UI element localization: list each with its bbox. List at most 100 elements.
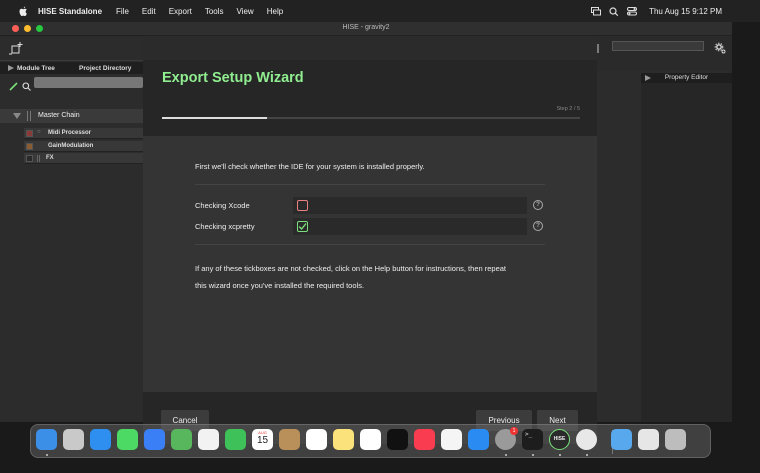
menu-export[interactable]: Export	[169, 7, 192, 16]
add-module-icon[interactable]	[9, 42, 23, 61]
menu-help[interactable]: Help	[267, 7, 283, 16]
gear-icon[interactable]	[714, 41, 726, 59]
launchpad-icon[interactable]	[63, 429, 84, 450]
module-row-gain-modulation[interactable]: GainModulation	[24, 141, 143, 152]
wizard-intro-text: First we'll check whether the IDE for yo…	[195, 162, 425, 171]
maps-icon[interactable]	[171, 429, 192, 450]
check-row-xcpretty: Checking xcpretty ?	[195, 218, 545, 235]
checkmark-icon	[298, 223, 307, 231]
dock: AUG 15 1 >_ HISE	[30, 424, 711, 458]
window-titlebar: HISE - gravity2	[0, 22, 732, 36]
status-area: Thu Aug 15 9:12 PM	[591, 0, 722, 22]
safari-icon[interactable]	[90, 429, 111, 450]
tab-project-directory[interactable]: Project Directory	[79, 65, 131, 72]
drag-handle-icon	[37, 155, 40, 162]
app-store-icon[interactable]	[468, 429, 489, 450]
menu-app-name[interactable]: HISE Standalone	[38, 7, 102, 16]
terminal-icon[interactable]: >_	[522, 429, 543, 450]
wizard-progress-fill	[162, 117, 267, 119]
window-title: HISE - gravity2	[342, 24, 390, 31]
help-button[interactable]: ?	[533, 221, 543, 231]
xcode-checkbox[interactable]	[297, 200, 308, 211]
check-label: Checking Xcode	[195, 201, 250, 210]
download-arrow-icon[interactable]	[597, 41, 602, 59]
export-setup-wizard: Export Setup Wizard Step 2 / 5 First we'…	[143, 60, 597, 444]
module-color-swatch	[26, 130, 33, 137]
menubar-clock[interactable]: Thu Aug 15 9:12 PM	[649, 7, 722, 16]
news-icon[interactable]	[441, 429, 462, 450]
facetime-icon[interactable]	[225, 429, 246, 450]
instructions-line-2: this wizard once you've installed the re…	[195, 281, 365, 290]
check-label: Checking xcpretty	[195, 222, 255, 231]
help-button[interactable]: ?	[533, 200, 543, 210]
module-color-swatch	[26, 155, 33, 162]
right-panel: Property Editor	[597, 37, 732, 422]
property-editor-body	[641, 83, 732, 422]
music-icon[interactable]	[414, 429, 435, 450]
downloads-folder-icon[interactable]	[611, 429, 632, 450]
master-chain-row[interactable]: Master Chain	[0, 109, 143, 123]
search-icon[interactable]	[609, 6, 619, 16]
module-search-bar	[0, 76, 143, 91]
hise-window: HISE - gravity2 Module Tree Project Dire…	[0, 22, 732, 444]
desktop-screen: HISE Standalone File Edit Export Tools V…	[0, 0, 760, 473]
hise-dock-label: HISE	[553, 436, 566, 442]
reminders-icon[interactable]	[306, 429, 327, 450]
wizard-step-label: Step 2 / 5	[556, 106, 580, 112]
tab-module-tree[interactable]: Module Tree	[17, 65, 55, 72]
tv-icon[interactable]	[387, 429, 408, 450]
mail-icon[interactable]	[144, 429, 165, 450]
search-icon[interactable]	[22, 78, 31, 96]
xcpretty-checkbox[interactable]	[297, 221, 308, 232]
terminal-prompt-glyph: >_	[525, 431, 533, 438]
photos-icon[interactable]	[198, 429, 219, 450]
contacts-icon[interactable]	[279, 429, 300, 450]
master-chain-label: Master Chain	[38, 112, 80, 119]
messages-icon[interactable]	[117, 429, 138, 450]
menu-edit[interactable]: Edit	[142, 7, 156, 16]
check-field	[293, 218, 527, 235]
running-indicator	[559, 454, 561, 456]
notes-icon[interactable]	[333, 429, 354, 450]
running-indicator	[46, 454, 48, 456]
arrow-icon: ○	[37, 129, 41, 135]
wizard-body: First we'll check whether the IDE for yo…	[143, 136, 597, 392]
module-search-input[interactable]	[34, 77, 143, 88]
module-tree-panel: Module Tree Project Directory Master Cha…	[0, 37, 143, 422]
module-label: GainModulation	[48, 143, 94, 149]
toolbar-field[interactable]	[612, 41, 704, 51]
check-row-xcode: Checking Xcode ?	[195, 197, 545, 214]
wizard-progress-bar	[162, 117, 580, 119]
module-color-swatch	[26, 143, 33, 150]
divider	[195, 244, 545, 245]
module-row-fx[interactable]: FX	[24, 153, 143, 164]
divider	[195, 184, 545, 185]
screen-mirror-icon[interactable]	[591, 6, 602, 16]
preview-icon[interactable]	[638, 429, 659, 450]
wizard-title: Export Setup Wizard	[162, 70, 304, 86]
system-settings-icon[interactable]: 1	[495, 427, 518, 450]
chevron-down-icon[interactable]	[13, 112, 21, 122]
chrome-icon[interactable]	[576, 429, 597, 450]
running-indicator	[532, 454, 534, 456]
freeform-icon[interactable]	[360, 429, 381, 450]
wizard-header: Export Setup Wizard Step 2 / 5	[143, 60, 597, 136]
finder-icon[interactable]	[36, 429, 57, 450]
apple-menu-icon[interactable]	[16, 5, 30, 17]
menu-file[interactable]: File	[116, 7, 129, 16]
hise-icon[interactable]: HISE	[549, 429, 570, 450]
menu-view[interactable]: View	[237, 7, 254, 16]
control-center-icon[interactable]	[627, 6, 638, 16]
trash-icon[interactable]	[665, 429, 686, 450]
pencil-icon[interactable]	[9, 78, 18, 96]
notification-badge: 1	[510, 427, 518, 435]
menubar: HISE Standalone File Edit Export Tools V…	[0, 0, 760, 22]
collapse-arrow-icon[interactable]	[8, 65, 14, 73]
left-panel-tabs: Module Tree Project Directory	[0, 62, 143, 74]
property-editor-header: Property Editor	[641, 73, 732, 83]
module-row-midi-processor[interactable]: ○ Midi Processor	[24, 128, 143, 139]
menu-tools[interactable]: Tools	[205, 7, 224, 16]
calendar-icon[interactable]: AUG 15	[252, 429, 273, 450]
running-indicator	[586, 454, 588, 456]
module-label: FX	[46, 155, 54, 161]
